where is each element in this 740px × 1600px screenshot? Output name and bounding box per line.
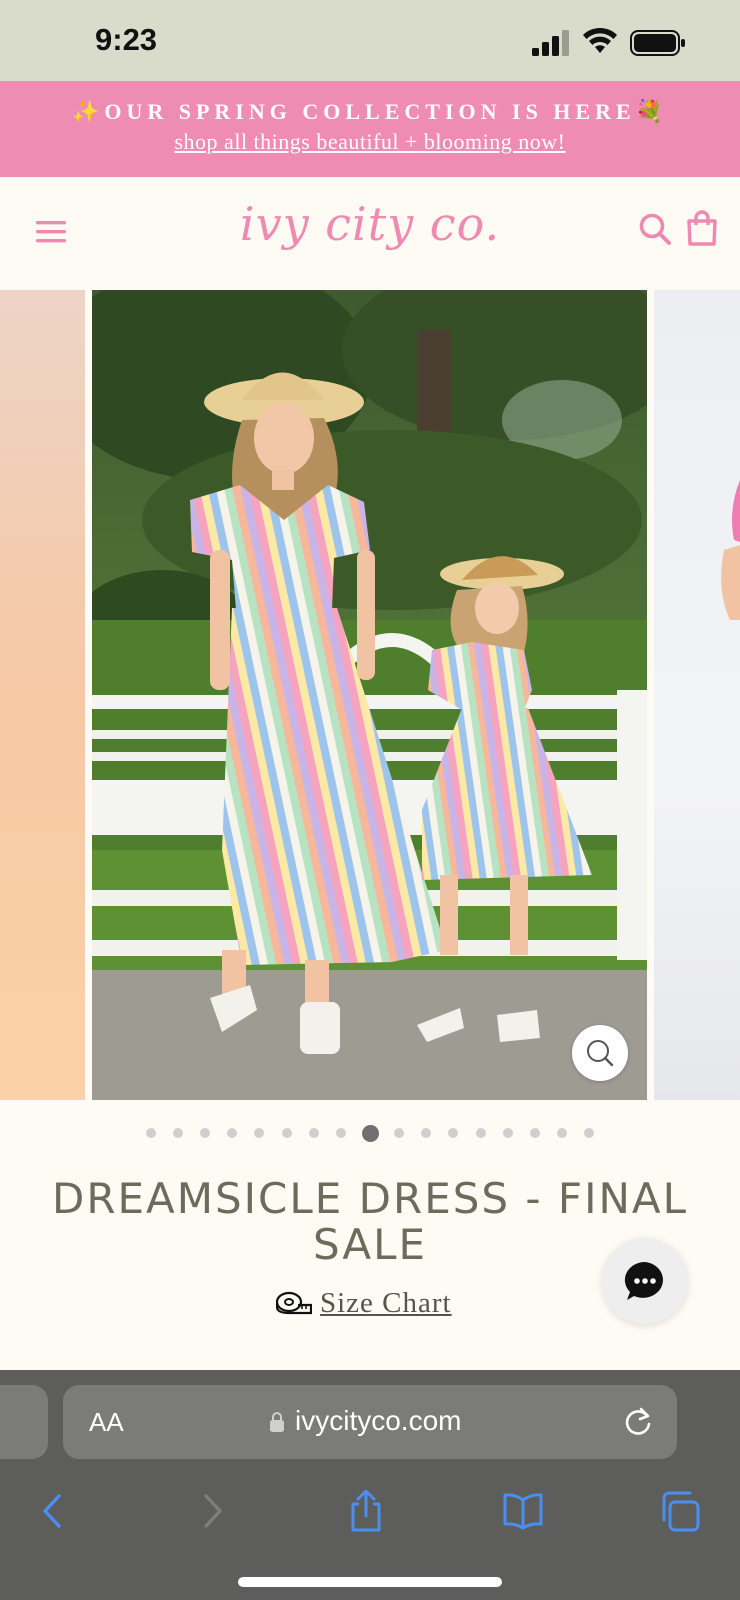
zoom-button[interactable] — [572, 1025, 628, 1081]
pagination-dot[interactable] — [557, 1128, 568, 1138]
pagination-dot[interactable] — [308, 1128, 319, 1138]
home-indicator[interactable] — [238, 1577, 502, 1587]
product-gallery[interactable] — [0, 290, 740, 1100]
pagination-dot[interactable] — [394, 1128, 405, 1138]
forward-icon[interactable] — [192, 1490, 232, 1532]
back-icon[interactable] — [33, 1490, 73, 1532]
next-slide-preview — [721, 480, 740, 620]
pagination-dot[interactable] — [172, 1128, 183, 1138]
gallery-slide-current[interactable] — [92, 290, 647, 1100]
chat-button[interactable] — [602, 1238, 688, 1324]
pagination-dot[interactable] — [530, 1128, 541, 1138]
previous-tab-preview[interactable] — [0, 1385, 48, 1459]
url-text[interactable]: ivycityco.com — [295, 1405, 461, 1437]
promo-link[interactable]: shop all things beautiful + blooming now… — [0, 129, 740, 155]
page: 9:23 ✨OUR SPRING COLLECTION IS HERE💐 sho… — [0, 0, 740, 1600]
gallery-slide-next[interactable] — [654, 290, 740, 1100]
pagination-dot[interactable] — [227, 1128, 238, 1138]
pagination-dot[interactable] — [281, 1128, 292, 1138]
pagination-dot[interactable] — [199, 1128, 210, 1138]
size-chart-label: Size Chart — [320, 1286, 452, 1319]
wifi-icon — [583, 27, 617, 53]
cellular-signal-icon — [532, 30, 569, 56]
reload-icon[interactable] — [623, 1407, 653, 1437]
measuring-tape-icon — [276, 1291, 312, 1315]
pagination-dot[interactable] — [254, 1128, 265, 1138]
brand-logo[interactable]: ivy city co. — [0, 197, 740, 251]
promo-headline: ✨OUR SPRING COLLECTION IS HERE💐 — [71, 99, 669, 124]
browser-toolbar — [0, 1480, 740, 1550]
pagination-dot[interactable] — [421, 1128, 432, 1138]
zoom-icon — [587, 1040, 614, 1067]
status-time: 9:23 — [95, 22, 158, 57]
search-icon[interactable] — [638, 212, 672, 246]
size-chart-link[interactable]: Size Chart — [276, 1285, 452, 1321]
share-icon[interactable] — [346, 1490, 386, 1532]
pagination-dot[interactable] — [448, 1128, 459, 1138]
pagination-dot[interactable] — [145, 1128, 156, 1138]
browser-chrome: AA ivycityco.com — [0, 1370, 740, 1600]
gallery-slide-previous[interactable] — [0, 290, 85, 1100]
address-bar[interactable]: AA ivycityco.com — [63, 1385, 677, 1459]
battery-icon — [630, 30, 685, 56]
pagination-dot[interactable] — [475, 1128, 486, 1138]
gallery-pagination[interactable] — [0, 1124, 740, 1142]
status-bar: 9:23 — [0, 0, 740, 81]
pagination-dot[interactable] — [502, 1128, 513, 1138]
lock-icon — [270, 1412, 284, 1432]
tabs-icon[interactable] — [660, 1490, 700, 1532]
site-header: ivy city co. — [0, 177, 740, 290]
product-photo — [92, 290, 647, 1100]
pagination-dot[interactable] — [335, 1128, 346, 1138]
pagination-dot-active[interactable] — [361, 1124, 379, 1142]
bag-icon[interactable] — [686, 210, 718, 246]
chat-bubble-icon — [624, 1261, 663, 1300]
bookmarks-icon[interactable] — [503, 1490, 543, 1532]
reader-settings-button[interactable]: AA — [89, 1407, 124, 1438]
pagination-dot[interactable] — [584, 1128, 595, 1138]
promo-banner[interactable]: ✨OUR SPRING COLLECTION IS HERE💐 shop all… — [0, 81, 740, 177]
